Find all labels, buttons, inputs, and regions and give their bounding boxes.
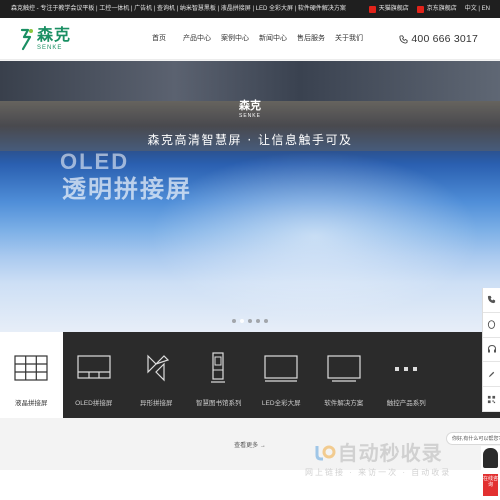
lang-en-link[interactable]: EN [482,6,490,12]
product-oled-splice[interactable]: OLED拼接屏 [63,332,126,418]
side-qrcode-button[interactable] [483,387,500,412]
watermark-logo-icon [315,445,336,460]
side-message-button[interactable] [483,362,500,388]
product-label: 触控产品系列 [386,400,426,407]
hero-glow [150,151,480,321]
product-label: 液晶拼接屏 [15,400,48,407]
top-bar: 森克触控 - 专注于教学会议平板 | 工控一体机 | 广告机 | 查询机 | 纳… [0,0,500,18]
customer-service-widget[interactable]: 在线咨询 [481,446,500,500]
service-avatar [483,448,498,468]
top-bar-right: 天猫旗舰店 京东旗舰店 中文 | EN [368,0,490,18]
product-category-bar: 液晶拼接屏 OLED拼接屏 异形拼接屏 智慧图书馆系列 LED全彩大屏 软件解决… [0,332,500,418]
watermark-line1: 自动秒收录 [314,437,443,466]
hero-bg-text-cn: 透明拼接屏 [62,175,192,203]
brand-logo[interactable]: 森克 SENKE [20,27,71,51]
product-label: 异形拼接屏 [140,400,173,407]
jd-icon [416,5,424,13]
product-touch-series[interactable]: 触控产品系列 [375,332,438,418]
side-qq-button[interactable] [483,313,500,338]
watermark: 自动秒收录 网上链接 · 来访一次 · 自动收录 [305,437,451,478]
oled-panel-icon [76,355,111,379]
hotline[interactable]: 400 666 3017 [399,33,478,45]
nav-products[interactable]: 产品中心 [178,18,216,60]
jd-store-label: 京东旗舰店 [426,6,457,12]
product-label: 软件解决方案 [324,400,364,407]
carousel-dot[interactable] [232,319,236,323]
chat-bubble[interactable]: 你好,有什么可以帮您? [446,432,500,445]
hero-logo-en: SENKE [239,113,261,119]
software-monitor-icon [326,355,361,382]
carousel-dot-active[interactable] [240,319,244,323]
headset-icon [487,345,496,353]
shaped-splice-icon [147,354,170,382]
hero-banner[interactable]: OLED 透明拼接屏 森克 SENKE 森克高清智慧屏 · 让信息触手可及 [0,61,500,332]
product-smart-library[interactable]: 智慧图书馆系列 [188,332,251,418]
edit-icon [488,371,495,377]
side-phone-button[interactable] [483,288,500,313]
service-tag: 在线咨询 [483,474,498,496]
library-kiosk-icon [210,352,225,383]
hero-top-band [0,61,500,101]
brand-name-cn: 森克 [37,25,72,44]
hero-logo: 森克 SENKE [232,97,268,119]
qrcode-icon [487,395,496,403]
main-nav: 首页 产品中心 案例中心 新闻中心 售后服务 关于我们 [140,18,368,60]
jd-store-link[interactable]: 京东旗舰店 [416,0,457,18]
nav-service[interactable]: 售后服务 [292,18,330,60]
site-header: 森克 SENKE 首页 产品中心 案例中心 新闻中心 售后服务 关于我们 400… [0,18,500,60]
carousel-dot[interactable] [256,319,260,323]
tmall-store-label: 天猫旗舰店 [378,6,409,12]
phone-icon [487,296,496,304]
product-software[interactable]: 软件解决方案 [313,332,376,418]
top-tagline: 森克触控 - 专注于教学会议平板 | 工控一体机 | 广告机 | 查询机 | 纳… [11,6,346,12]
hero-slogan: 森克高清智慧屏 · 让信息触手可及 [147,133,353,147]
nav-home[interactable]: 首页 [140,18,178,60]
carousel-dot[interactable] [264,319,268,323]
led-screen-icon [264,355,298,382]
grid-screen-icon [14,355,48,381]
product-label: OLED拼接屏 [75,400,113,407]
lang-separator: | [478,6,480,12]
product-lcd-splice[interactable]: 液晶拼接屏 [0,332,63,418]
product-led-screen[interactable]: LED全彩大屏 [250,332,313,418]
carousel-dots [0,319,500,323]
product-label: 智慧图书馆系列 [196,400,242,407]
product-label: LED全彩大屏 [261,400,301,407]
nav-news[interactable]: 新闻中心 [254,18,292,60]
lang-cn-link[interactable]: 中文 [465,6,477,12]
hero-logo-cn: 森克 [239,100,261,112]
nav-cases[interactable]: 案例中心 [216,18,254,60]
nav-about[interactable]: 关于我们 [330,18,368,60]
page: 森克触控 - 专注于教学会议平板 | 工控一体机 | 广告机 | 查询机 | 纳… [0,0,500,500]
phone-icon [399,34,408,44]
product-shaped-splice[interactable]: 异形拼接屏 [125,332,188,418]
qq-icon [487,319,496,329]
tmall-icon [368,5,376,13]
watermark-line2: 网上链接 · 来访一次 · 自动收录 [305,468,452,477]
brand-name-en: SENKE [37,45,63,51]
tmall-store-link[interactable]: 天猫旗舰店 [368,0,409,18]
more-dots-icon [395,367,417,371]
hotline-number: 400 666 3017 [411,33,478,45]
senke-logo-icon [20,28,33,51]
carousel-dot[interactable] [248,319,252,323]
side-toolbar [482,288,500,412]
side-service-button[interactable] [483,338,500,363]
